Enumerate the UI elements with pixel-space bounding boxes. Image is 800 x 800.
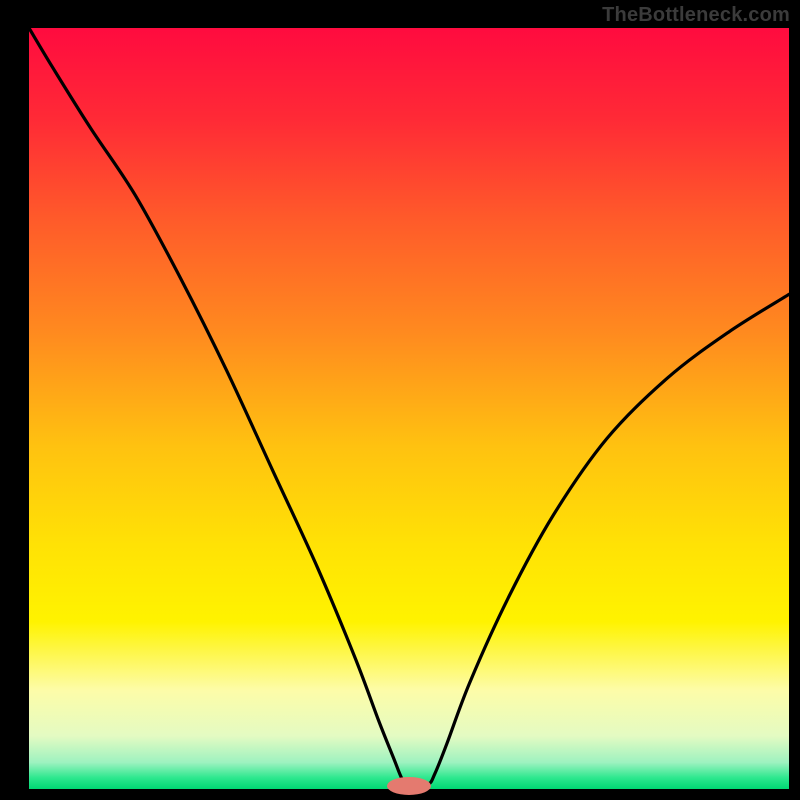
bottleneck-chart [0,0,800,800]
optimal-marker [387,777,431,795]
chart-stage: TheBottleneck.com [0,0,800,800]
plot-area [29,28,789,789]
